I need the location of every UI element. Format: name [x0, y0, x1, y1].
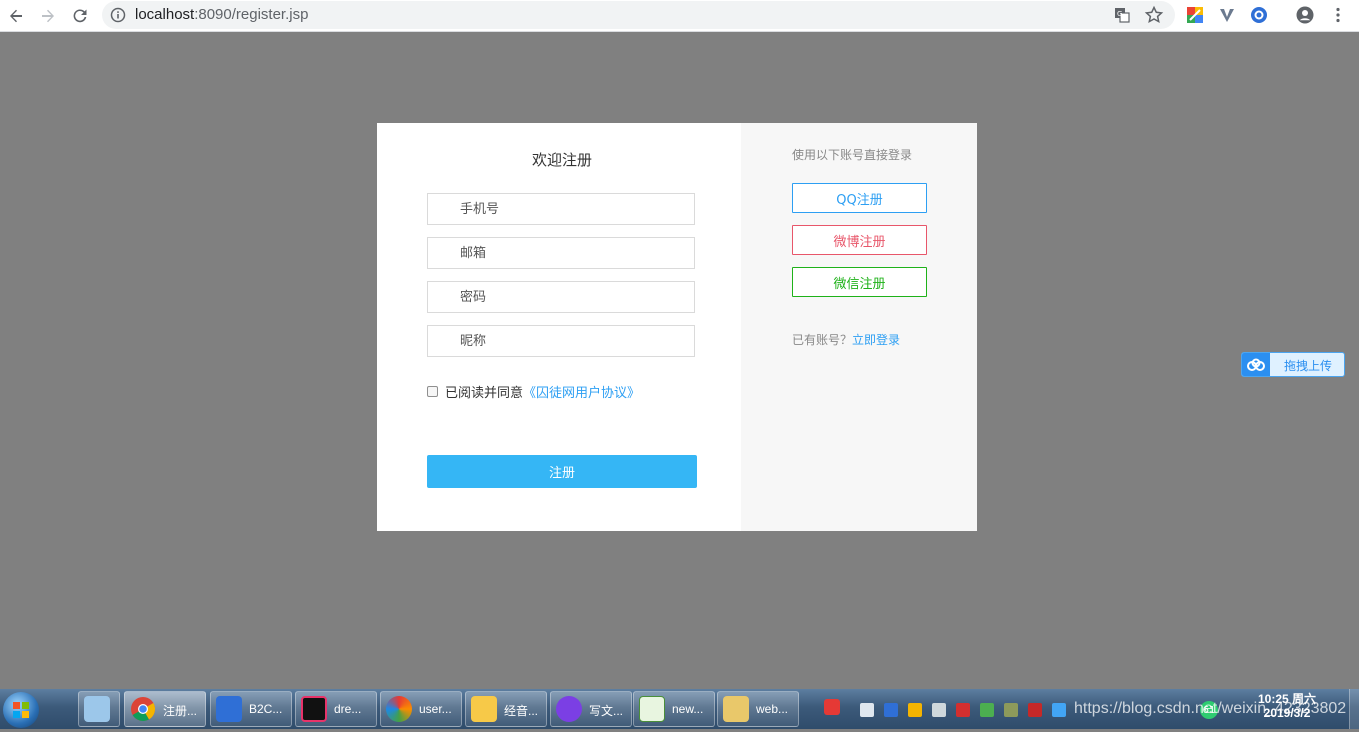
url-path: :8090/register.jsp [194, 6, 309, 23]
extension-colorful-icon[interactable] [1186, 6, 1204, 24]
agreement-row: 已阅读并同意 《囚徒网用户协议》 [427, 382, 640, 401]
baidu-netdisk-icon[interactable] [1052, 703, 1066, 717]
taskbar-item-label: 写文... [589, 704, 624, 718]
agree-text: 已阅读并同意 [445, 386, 524, 401]
phone-field[interactable] [427, 193, 695, 225]
browser-shield-icon [556, 696, 582, 722]
reload-button[interactable] [68, 4, 92, 28]
social-login-section: 使用以下账号直接登录 QQ注册 微博注册 微信注册 已有账号？立即登录 [741, 123, 977, 531]
agreement-link[interactable]: 《囚徒网用户协议》 [523, 382, 640, 401]
login-now-link[interactable]: 立即登录 [852, 333, 900, 347]
intellij-icon [301, 696, 327, 722]
show-desktop-app[interactable] [78, 691, 120, 727]
cloud-icon [1242, 353, 1270, 376]
taskbar-item-label: new... [672, 702, 704, 716]
reload-icon [73, 9, 87, 23]
forward-arrow-icon [42, 9, 54, 23]
drag-upload-label: 拖拽上传 [1284, 359, 1333, 373]
register-form: 欢迎注册 已阅读并同意 《囚徒网用户协议》 注册 [377, 123, 741, 531]
nvidia-icon[interactable] [980, 703, 994, 717]
phone-input[interactable] [460, 194, 680, 224]
taskbar-item-jingyin[interactable]: 经音... [465, 691, 547, 727]
translate-icon[interactable]: G [1112, 5, 1132, 25]
tray-bolt-icon[interactable] [1028, 703, 1042, 717]
taskbar-item-chrome[interactable]: 注册... [124, 691, 206, 727]
taskbar-item-label: web... [756, 702, 789, 716]
show-desktop-strip[interactable] [1349, 689, 1359, 729]
sticker-app-icon [471, 696, 497, 722]
has-account-text: 已有账号？ [792, 333, 853, 347]
taskbar-item-user[interactable]: user... [380, 691, 462, 727]
windows-logo-icon [13, 702, 29, 718]
start-button[interactable] [3, 692, 39, 728]
taskbar-item-label: dre... [334, 702, 362, 716]
clock-date: 2019/3/2 [1263, 706, 1311, 720]
taskbar-item-folder[interactable]: web... [717, 691, 799, 727]
svg-text:G: G [1117, 10, 1122, 18]
tray-grid-icon[interactable] [1004, 703, 1018, 717]
extension-v-icon[interactable] [1218, 6, 1236, 24]
security-shield-icon[interactable] [884, 703, 898, 717]
register-title: 欢迎注册 [531, 151, 592, 169]
drag-upload-widget[interactable]: 拖拽上传 [1241, 352, 1345, 377]
url-text: localhost:8090/register.jsp [135, 6, 308, 23]
taskbar-item-b2c[interactable]: B2C... [210, 691, 292, 727]
colorful-app-icon [386, 696, 412, 722]
info-icon[interactable] [110, 7, 126, 27]
qq-register-button[interactable]: QQ注册 [792, 183, 927, 213]
tray-app-icon[interactable] [908, 703, 922, 717]
password-field[interactable] [427, 281, 695, 313]
taskbar-item-intellij[interactable]: dre... [295, 691, 377, 727]
social-title: 使用以下账号直接登录 [792, 148, 913, 162]
notepad-icon [639, 696, 665, 722]
register-panel: 欢迎注册 已阅读并同意 《囚徒网用户协议》 注册 使用以下账号直接登录 QQ注册… [377, 123, 977, 531]
nickname-field[interactable] [427, 325, 695, 357]
bookmark-star-icon[interactable] [1144, 5, 1164, 25]
profile-avatar-icon[interactable] [1296, 6, 1314, 24]
weibo-register-button[interactable]: 微博注册 [792, 225, 927, 255]
taskbar: 注册... B2C... dre... user... 经音... 写文... … [0, 689, 1359, 729]
taskbar-item-label: 经音... [504, 704, 539, 718]
copy-icon[interactable] [932, 703, 946, 717]
chrome-icon [130, 696, 156, 722]
folder-icon [723, 696, 749, 722]
wps-icon [216, 696, 242, 722]
sogou-input-icon[interactable] [824, 699, 840, 715]
taskbar-item-label: B2C... [249, 702, 283, 716]
address-bar[interactable]: localhost:8090/register.jsp G [102, 1, 1175, 29]
clock-time: 10:25 周六 [1258, 692, 1317, 706]
system-clock[interactable]: 10:25 周六 2019/3/2 [1258, 692, 1316, 720]
desktop-icon [84, 696, 110, 722]
email-input[interactable] [460, 238, 680, 268]
menu-kebab-icon[interactable] [1329, 6, 1347, 24]
url-host: localhost [135, 6, 195, 23]
tray-red-app-icon[interactable] [956, 703, 970, 717]
back-button[interactable] [4, 4, 28, 28]
cloud-sync-icon[interactable] [860, 703, 874, 717]
extension-e-icon[interactable] [1250, 6, 1268, 24]
browser-toolbar: localhost:8090/register.jsp G [0, 0, 1359, 32]
agree-checkbox[interactable] [427, 386, 438, 397]
has-account-row: 已有账号？立即登录 [792, 331, 900, 348]
back-arrow-icon [10, 9, 22, 23]
register-submit-button[interactable]: 注册 [427, 455, 697, 488]
forward-button[interactable] [36, 4, 60, 28]
taskbar-item-label: 注册... [163, 704, 198, 718]
password-input[interactable] [460, 282, 680, 312]
taskbar-item-notepad[interactable]: new... [633, 691, 715, 727]
taskbar-item-write[interactable]: 写文... [550, 691, 632, 727]
wechat-register-button[interactable]: 微信注册 [792, 267, 927, 297]
email-field[interactable] [427, 237, 695, 269]
taskbar-item-label: user... [419, 702, 452, 716]
nickname-input[interactable] [460, 326, 680, 356]
